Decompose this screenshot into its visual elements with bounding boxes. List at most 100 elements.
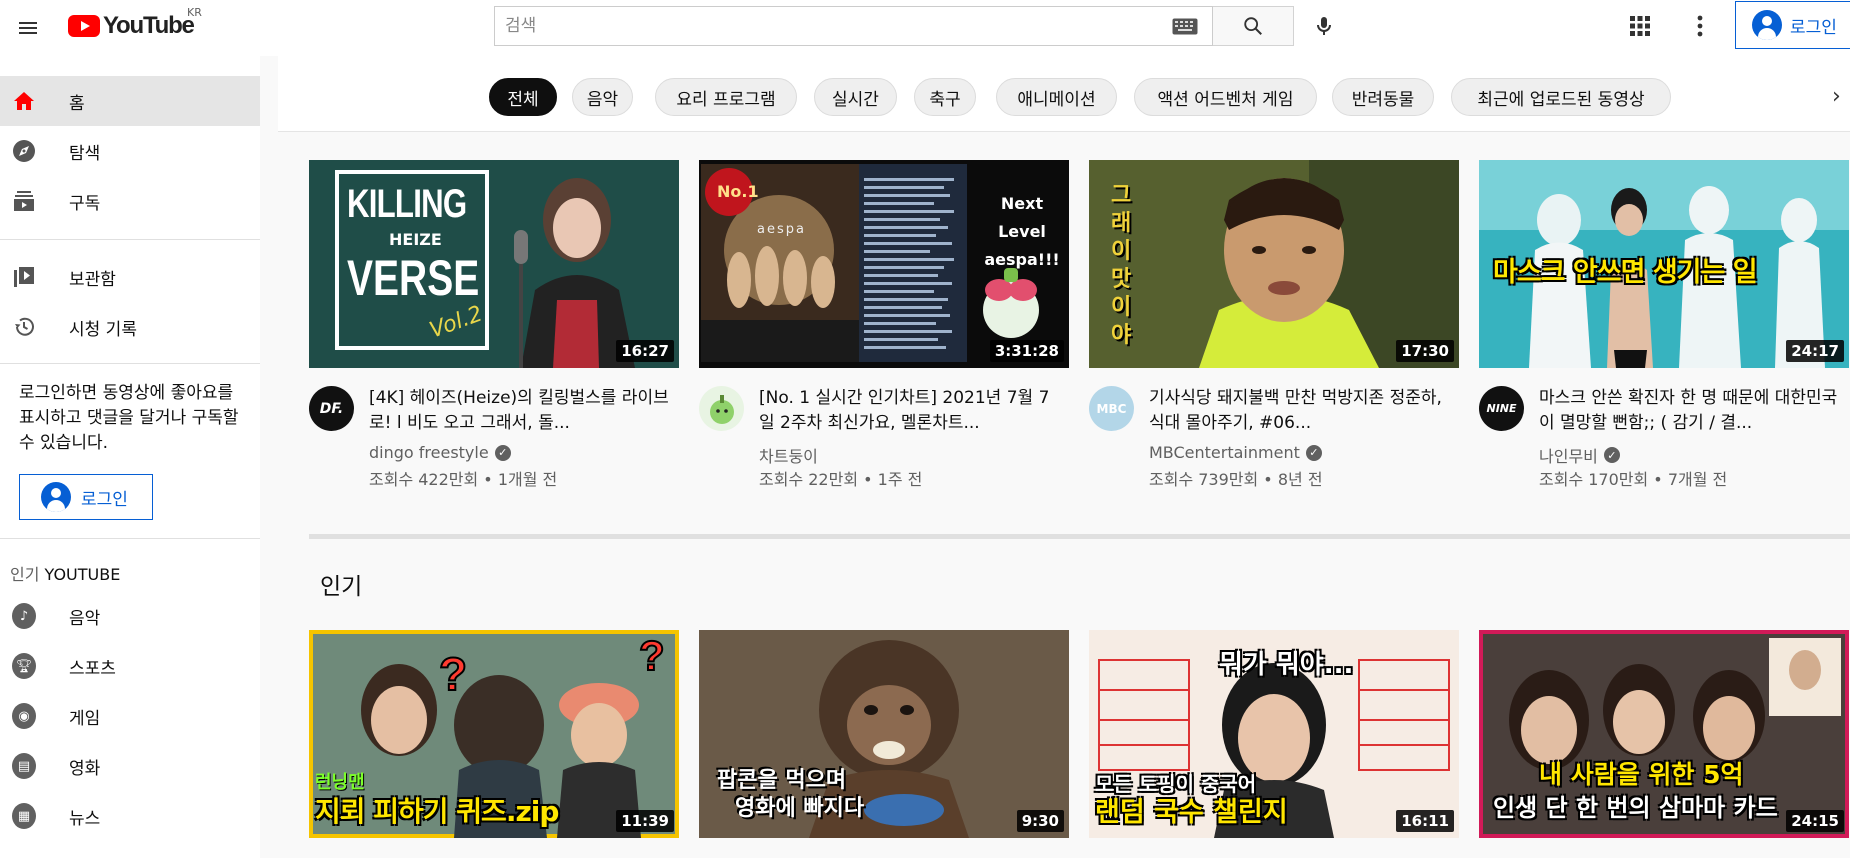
thumbnail-title: 지뢰 피하기 퀴즈.zip <box>315 795 559 828</box>
chip-cooking[interactable]: 요리 프로그램 <box>655 78 797 116</box>
channel-avatar[interactable]: NINE <box>1479 386 1524 431</box>
video-thumbnail[interactable]: KILLING HEIZE VERSE Vol.2 16:27 <box>309 160 679 368</box>
video-card[interactable]: No.1 aespa Next Level aespa!!! 3:31:28 [… <box>699 160 1069 489</box>
duration-badge: 3:31:28 <box>989 340 1064 362</box>
chip-all[interactable]: 전체 <box>489 78 557 116</box>
divider <box>0 363 260 364</box>
sidebar-login-button[interactable]: 로그인 <box>19 474 153 520</box>
video-thumbnail[interactable]: ? ? 런닝맨 지뢰 피하기 퀴즈.zip 11:39 <box>309 630 679 838</box>
gamepad-icon: ◉ <box>12 703 36 729</box>
video-title[interactable]: [No. 1 실시간 인기차트] 2021년 7월 7일 2주차 최신가요, 멜… <box>759 386 1059 436</box>
thumbnail-subtitle: HEIZE <box>389 230 442 249</box>
apps-grid-icon[interactable] <box>1620 6 1660 46</box>
video-thumbnail[interactable]: 마스크 안쓰면 생기는 일 24:17 <box>1479 160 1849 368</box>
login-label: 로그인 <box>81 489 128 510</box>
thumbnail-badge: No.1 <box>717 182 759 201</box>
video-card[interactable]: 그래 이 맛이야 17:30 MBC 기사식당 돼지불백 만찬 먹방지존 정준하… <box>1089 160 1459 489</box>
channel-name[interactable]: MBCentertainment <box>1149 443 1300 462</box>
menu-icon[interactable] <box>8 8 48 48</box>
video-title[interactable]: 마스크 안쓴 확진자 한 명 때문에 대한민국이 멸망할 뻔함;; ( 감기 /… <box>1539 386 1839 436</box>
chip-recently-uploaded[interactable]: 최근에 업로드된 동영상 <box>1451 78 1671 116</box>
duration-badge: 24:17 <box>1786 340 1844 362</box>
thumbnail-subtitle: aespa <box>757 222 806 237</box>
chevron-right-icon[interactable]: › <box>1832 84 1850 109</box>
chip-pets[interactable]: 반려동물 <box>1332 78 1434 116</box>
thumbnail-title: 랜덤 국수 챌린지 <box>1095 797 1288 828</box>
video-thumbnail[interactable]: 팝콘을 먹으며 영화에 빠지다 9:30 <box>699 630 1069 838</box>
thumbnail-title: Next Level aespa!!! <box>977 190 1067 274</box>
trophy-icon: 🏆︎ <box>12 653 36 679</box>
channel-avatar[interactable] <box>699 386 744 431</box>
sidebar-item-gaming[interactable]: ◉ 게임 <box>0 691 260 741</box>
thumbnail-subtitle: 영화에 빠지다 <box>735 796 865 821</box>
section-heading-brand: YOUTUBE <box>44 565 121 584</box>
video-card[interactable]: 뭐가 뭐야... 모든 토핑이 중국어 랜덤 국수 챌린지 16:11 <box>1089 630 1459 838</box>
channel-avatar[interactable]: MBC <box>1089 386 1134 431</box>
login-button[interactable]: 로그인 <box>1735 1 1850 49</box>
sidebar-item-sports[interactable]: 🏆︎ 스포츠 <box>0 641 260 691</box>
search-input[interactable] <box>495 7 1212 45</box>
video-card[interactable]: 내 사람을 위한 5억 인생 단 한 번의 삼마마 카드 24:15 <box>1479 630 1849 838</box>
video-card[interactable]: ? ? 런닝맨 지뢰 피하기 퀴즈.zip 11:39 <box>309 630 679 838</box>
chip-action-adventure[interactable]: 액션 어드벤처 게임 <box>1134 78 1317 116</box>
compass-icon <box>12 139 36 163</box>
video-card[interactable]: 마스크 안쓰면 생기는 일 24:17 NINE 마스크 안쓴 확진자 한 명 … <box>1479 160 1849 489</box>
video-meta: 조회수 22만회 • 1주 전 <box>759 470 923 489</box>
svg-text:?: ? <box>639 632 665 679</box>
sidebar-item-history[interactable]: 시청 기록 <box>0 302 260 352</box>
duration-badge: 11:39 <box>616 810 674 832</box>
channel-name-row: dingo freestyle ✓ <box>369 443 511 462</box>
chip-live[interactable]: 실시간 <box>814 78 897 116</box>
video-card[interactable]: KILLING HEIZE VERSE Vol.2 16:27 DF. [4K]… <box>309 160 679 489</box>
video-title[interactable]: [4K] 헤이즈(Heize)의 킬링벌스를 라이브로! l 비도 오고 그래서… <box>369 386 669 436</box>
duration-badge: 24:15 <box>1786 810 1844 832</box>
account-icon <box>41 482 71 512</box>
logo-text: YouTube <box>103 12 195 39</box>
chip-animation[interactable]: 애니메이션 <box>996 78 1117 116</box>
verified-icon: ✓ <box>494 444 511 461</box>
microphone-icon[interactable] <box>1304 6 1344 46</box>
chip-soccer[interactable]: 축구 <box>914 78 976 116</box>
channel-name[interactable]: 차트둥이 <box>759 443 818 467</box>
video-card[interactable]: 팝콘을 먹으며 영화에 빠지다 9:30 <box>699 630 1069 838</box>
keyboard-icon[interactable] <box>1172 18 1198 35</box>
thumbnail-title: 내 사람을 위한 5억 <box>1539 760 1744 789</box>
section-heading: 인기 YOUTUBE <box>10 561 120 585</box>
duration-badge: 16:27 <box>616 340 674 362</box>
channel-name[interactable]: dingo freestyle <box>369 443 489 462</box>
thumbnail-title: 뭐가 뭐야... <box>1219 650 1354 680</box>
sidebar-item-music[interactable]: ♪ 음악 <box>0 591 260 641</box>
top-bar: YouTube KR 로그인 <box>0 0 1850 56</box>
video-thumbnail[interactable]: 그래 이 맛이야 17:30 <box>1089 160 1459 368</box>
search-icon <box>1244 17 1262 35</box>
video-title[interactable]: 기사식당 돼지불백 만찬 먹방지존 정준하, 식대 몰아주기, #06... <box>1149 386 1449 436</box>
sidebar-item-subscriptions[interactable]: 구독 <box>0 176 260 226</box>
chip-music[interactable]: 음악 <box>572 78 633 116</box>
login-prompt-text: 로그인하면 동영상에 좋아요를 표시하고 댓글을 달거나 구독할 수 있습니다. <box>19 383 239 453</box>
home-icon <box>12 89 36 113</box>
account-icon <box>1752 10 1782 40</box>
sidebar-item-library[interactable]: 보관함 <box>0 252 260 302</box>
sidebar-item-news[interactable]: ▦ 뉴스 <box>0 791 260 841</box>
search-button[interactable] <box>1213 6 1294 46</box>
duration-badge: 9:30 <box>1016 810 1064 832</box>
library-icon <box>12 265 36 289</box>
more-vert-icon[interactable] <box>1680 6 1720 46</box>
channel-avatar[interactable]: DF. <box>309 386 354 431</box>
channel-name-row: 차트둥이 <box>759 443 818 467</box>
video-thumbnail[interactable]: 뭐가 뭐야... 모든 토핑이 중국어 랜덤 국수 챌린지 16:11 <box>1089 630 1459 838</box>
sidebar-item-home[interactable]: 홈 <box>0 76 260 126</box>
news-icon: ▦ <box>12 803 36 829</box>
sidebar-item-explore[interactable]: 탐색 <box>0 126 260 176</box>
verified-icon: ✓ <box>1305 444 1322 461</box>
video-thumbnail[interactable]: No.1 aespa Next Level aespa!!! 3:31:28 <box>699 160 1069 368</box>
section-heading-prefix: 인기 <box>10 565 40 584</box>
sidebar-item-movies[interactable]: ▤ 영화 <box>0 741 260 791</box>
channel-name[interactable]: 나인무비 <box>1539 443 1598 467</box>
youtube-logo[interactable]: YouTube <box>68 12 195 40</box>
sidebar-item-label: 게임 <box>69 708 101 729</box>
duration-badge: 17:30 <box>1396 340 1454 362</box>
sidebar: 홈 탐색 구독 보관함 시청 기록 로그인하면 동영상에 좋아요를 표시하고 댓… <box>0 56 260 858</box>
video-thumbnail[interactable]: 내 사람을 위한 5억 인생 단 한 번의 삼마마 카드 24:15 <box>1479 630 1849 838</box>
divider <box>0 538 260 539</box>
